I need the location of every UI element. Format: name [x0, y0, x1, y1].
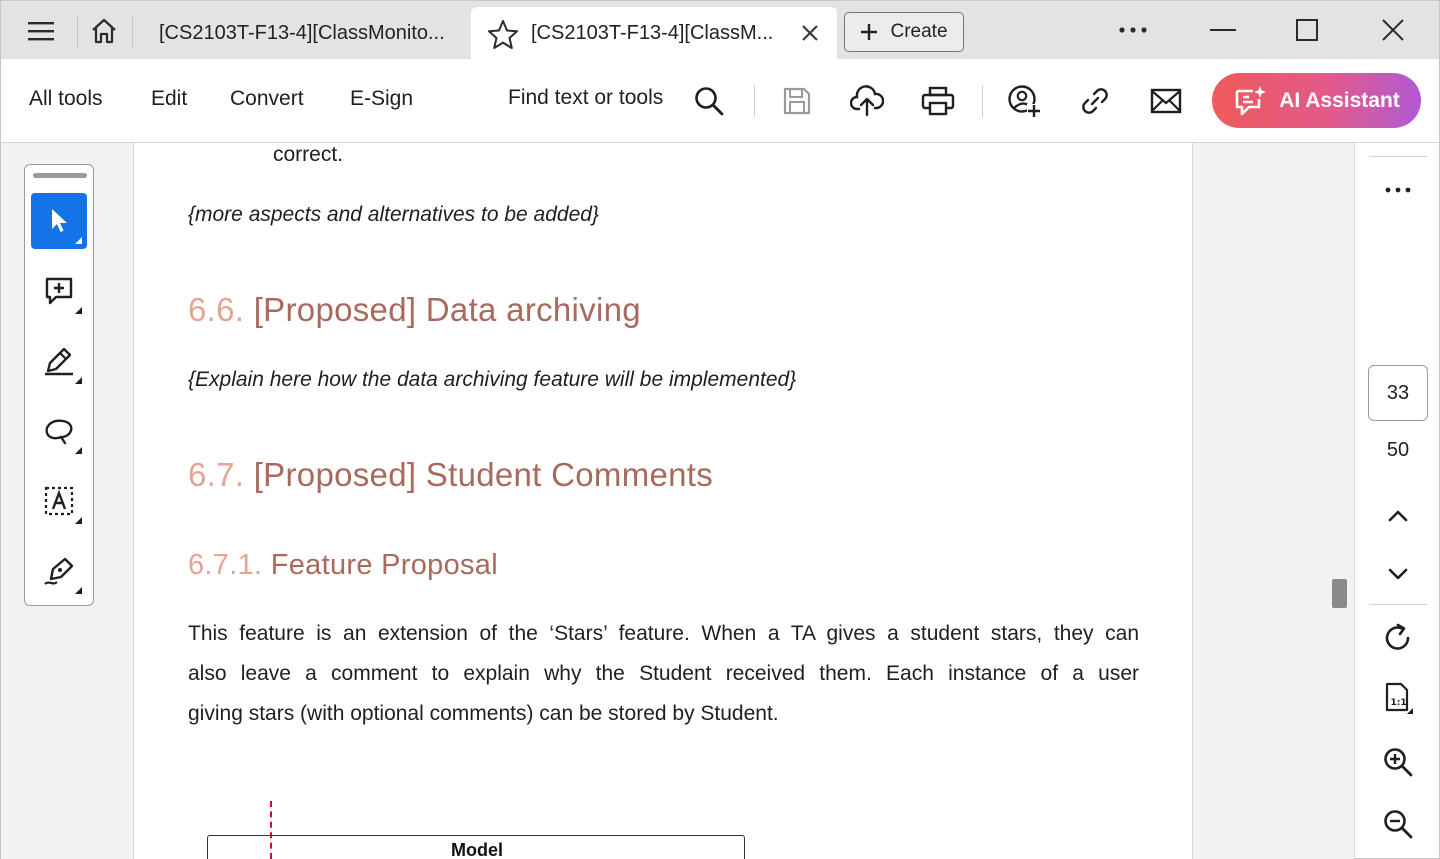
star-icon[interactable] [487, 19, 519, 49]
divider [1369, 156, 1427, 157]
section-heading-6-6: 6.6. [Proposed] Data archiving [188, 291, 641, 329]
sign-tool[interactable] [31, 543, 87, 599]
upload-icon[interactable] [847, 81, 887, 121]
zoom-out-icon[interactable] [1377, 803, 1419, 845]
scrollbar-thumb[interactable] [1332, 579, 1347, 608]
draw-lasso-icon [43, 417, 75, 445]
svg-text:1:1: 1:1 [1391, 698, 1407, 708]
ai-assistant-button[interactable]: AI Assistant [1212, 73, 1421, 128]
section-title: [Proposed] Student Comments [253, 456, 714, 493]
select-tool[interactable] [31, 193, 87, 249]
tab-title: [CS2103T-F13-4][ClassM... [531, 22, 774, 44]
chevron-up-icon[interactable] [1377, 495, 1419, 537]
divider [1369, 604, 1427, 605]
select-cursor-icon [48, 207, 70, 235]
maximize-icon[interactable] [1277, 7, 1337, 53]
ai-assistant-label: AI Assistant [1279, 88, 1400, 112]
text-fragment: correct. [273, 143, 344, 166]
section-heading-6-7: 6.7. [Proposed] Student Comments [188, 456, 713, 494]
section-number: 6.6. [188, 291, 245, 328]
menu-all-tools[interactable]: All tools [29, 87, 103, 111]
minimize-icon[interactable] [1193, 7, 1253, 53]
paragraph-line: giving stars (with optional comments) ca… [188, 702, 779, 725]
sign-pen-icon [43, 556, 75, 586]
create-button[interactable]: Create [844, 12, 964, 52]
more-vertical-icon[interactable] [1377, 169, 1419, 211]
feature-paragraph: This feature is an extension of the ‘Sta… [188, 614, 1139, 734]
tab-document-1[interactable]: [CS2103T-F13-4][ClassMonito... [141, 7, 467, 60]
create-label: Create [890, 21, 948, 42]
divider [132, 15, 133, 49]
right-navigation-rail: 33 50 1:1 [1354, 143, 1440, 859]
placeholder-note: {more aspects and alternatives to be add… [188, 203, 599, 226]
menu-edit[interactable]: Edit [151, 87, 187, 111]
paragraph-line: This feature is an extension of the ‘Sta… [188, 622, 1139, 645]
more-icon[interactable] [1103, 7, 1163, 53]
quick-tools-bar [24, 164, 94, 606]
search-icon[interactable] [689, 81, 729, 121]
add-comment-tool[interactable] [31, 263, 87, 319]
close-window-icon[interactable] [1363, 7, 1423, 53]
highlight-pen-icon [43, 346, 75, 376]
rotate-icon[interactable] [1377, 617, 1419, 659]
subsection-heading-6-7-1: 6.7.1. Feature Proposal [188, 549, 498, 582]
mail-icon[interactable] [1146, 81, 1186, 121]
diagram-model-box: Model [207, 835, 745, 859]
divider [754, 85, 755, 117]
tab-title: [CS2103T-F13-4][ClassMonito... [159, 22, 445, 44]
plus-icon [860, 23, 878, 41]
text-box-icon [43, 485, 75, 517]
section-title: [Proposed] Data archiving [253, 291, 641, 328]
zoom-in-icon[interactable] [1377, 741, 1419, 783]
paragraph-line: also leave a comment to explain why the … [188, 662, 1139, 685]
home-icon[interactable] [81, 7, 127, 55]
current-page-input[interactable]: 33 [1368, 365, 1428, 421]
actual-size-icon[interactable]: 1:1 [1377, 677, 1419, 719]
highlight-tool[interactable] [31, 333, 87, 389]
text-box-tool[interactable] [31, 473, 87, 529]
menu-convert[interactable]: Convert [230, 87, 304, 111]
divider [982, 85, 983, 117]
chevron-down-icon[interactable] [1377, 553, 1419, 595]
menu-e-sign[interactable]: E-Sign [350, 87, 413, 111]
share-user-icon[interactable] [1004, 81, 1044, 121]
section-title: Feature Proposal [270, 549, 498, 581]
drag-handle[interactable] [33, 173, 87, 178]
document-margin [1193, 143, 1354, 859]
add-comment-icon [44, 276, 74, 306]
diagram-model-label: Model [451, 840, 503, 859]
draw-tool[interactable] [31, 403, 87, 459]
total-pages: 50 [1386, 439, 1410, 461]
print-icon[interactable] [918, 81, 958, 121]
save-icon[interactable] [777, 81, 817, 121]
left-tools-pane [0, 143, 134, 859]
title-bar: [CS2103T-F13-4][ClassMonito... [CS2103T-… [0, 0, 1440, 60]
tab-document-2[interactable]: [CS2103T-F13-4][ClassM... [471, 7, 837, 60]
document-page[interactable]: correct. {more aspects and alternatives … [134, 143, 1193, 859]
section-number: 6.7. [188, 456, 245, 493]
divider [77, 15, 78, 49]
find-text-or-tools[interactable]: Find text or tools [508, 86, 663, 110]
menu-icon[interactable] [15, 7, 67, 55]
section-number: 6.7.1. [188, 549, 263, 581]
ai-assistant-icon [1233, 85, 1267, 117]
close-tab-icon[interactable] [801, 24, 819, 42]
link-icon[interactable] [1075, 81, 1115, 121]
placeholder-note: {Explain here how the data archiving fea… [188, 368, 797, 391]
main-toolbar: All tools Edit Convert E-Sign Find text … [0, 59, 1440, 143]
